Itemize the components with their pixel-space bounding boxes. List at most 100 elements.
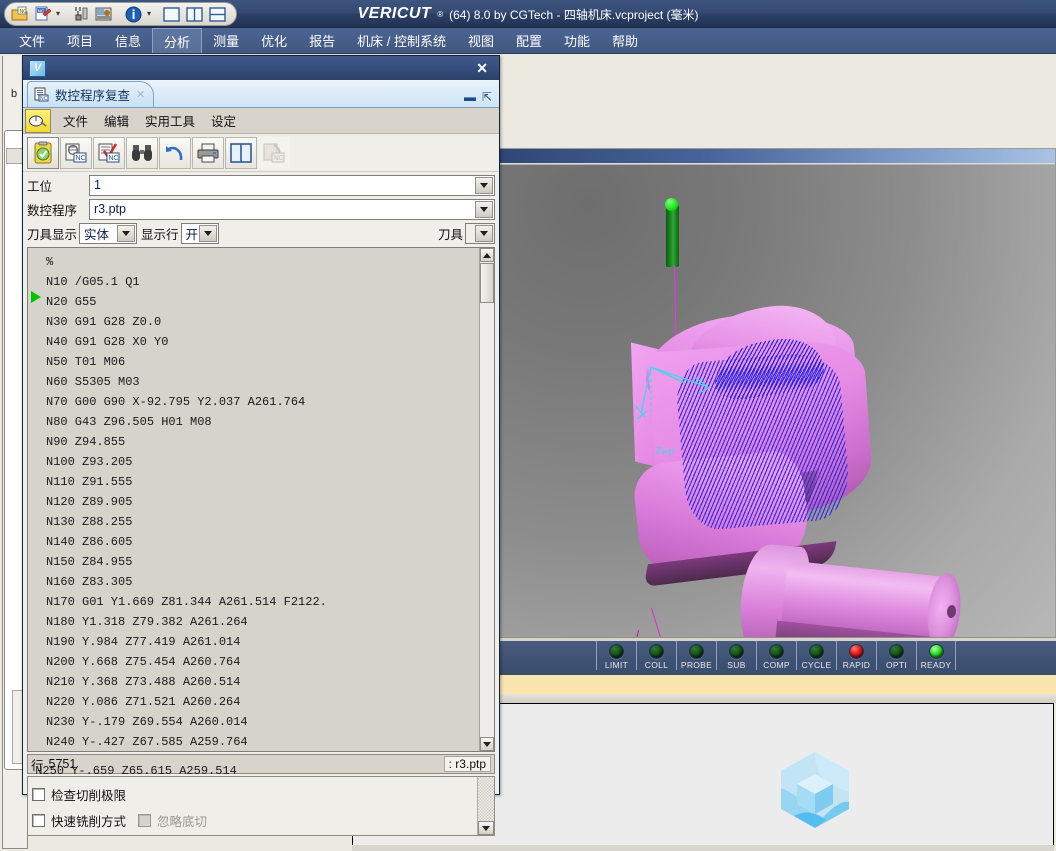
code-line[interactable]: N220 Y.086 Z71.521 A260.264 [44, 692, 479, 712]
code-vertical-scrollbar[interactable] [479, 248, 494, 751]
compare-nc-icon[interactable]: NC [258, 136, 290, 169]
dialog-menubar[interactable]: 文件 编辑 实用工具 设定 [23, 108, 499, 134]
status-light-limit[interactable]: LIMIT [596, 641, 636, 670]
code-line[interactable]: N150 Z84.955 [44, 552, 479, 572]
menu-item-4[interactable]: 测量 [202, 28, 250, 53]
status-light-opti[interactable]: OPTI [876, 641, 916, 670]
tool-combobox[interactable] [465, 222, 495, 244]
code-line[interactable]: N180 Y1.318 Z79.382 A261.264 [44, 612, 479, 632]
fast-mill-checkbox[interactable] [32, 813, 45, 827]
code-line[interactable]: N190 Y.984 Z77.419 A261.014 [44, 632, 479, 652]
status-light-cycle[interactable]: CYCLE [796, 641, 836, 670]
code-line[interactable]: N40 G91 G28 X0 Y0 [44, 332, 479, 352]
code-text-area[interactable]: % N10 /G05.1 Q1 N20 G55 N30 G91 G28 Z0.0 N40… [44, 248, 479, 751]
dialog-menu-item-1[interactable]: 编辑 [96, 111, 137, 130]
quick-access-toolbar[interactable]: NC NC ▾ ▾ [4, 2, 238, 26]
print-icon[interactable] [192, 136, 224, 169]
machine-view-canvas[interactable]: Zwp [485, 165, 1055, 668]
menu-item-8[interactable]: 视图 [457, 28, 505, 53]
main-menubar[interactable]: 文件 项目 信息 分析 测量 优化 报告 机床 / 控制系统 视图 配置 功能 帮助 [0, 28, 1056, 54]
menu-item-9[interactable]: 配置 [505, 28, 553, 53]
save-dropdown-caret[interactable]: ▾ [55, 10, 61, 18]
code-line[interactable]: N100 Z93.205 [44, 452, 479, 472]
two-row-view-icon[interactable] [207, 4, 228, 24]
check-nc-icon[interactable]: NC [93, 136, 125, 169]
code-scroll-down-button[interactable] [480, 737, 494, 751]
program-dropdown-arrow[interactable] [475, 200, 493, 218]
menu-item-2[interactable]: 信息 [104, 28, 152, 53]
menu-item-1[interactable]: 项目 [56, 28, 104, 53]
code-line[interactable]: N110 Z91.555 [44, 472, 479, 492]
single-view-icon[interactable] [161, 4, 182, 24]
review-start-icon[interactable] [27, 136, 59, 169]
code-line[interactable]: N120 Z89.905 [44, 492, 479, 512]
find-binoculars-icon[interactable] [126, 136, 158, 169]
machine-setup-icon[interactable] [93, 4, 114, 24]
project-tree-tab[interactable]: b [4, 84, 24, 104]
check-cut-limit-row[interactable]: 检查切削极限 [32, 781, 477, 807]
status-light-probe[interactable]: PROBE [676, 641, 716, 670]
status-light-comp[interactable]: COMP [756, 641, 796, 670]
options-scrollbar[interactable] [477, 777, 494, 835]
info-dropdown-caret[interactable]: ▾ [146, 10, 152, 18]
station-combobox[interactable]: 1 [89, 174, 495, 196]
menu-item-7[interactable]: 机床 / 控制系统 [346, 28, 457, 53]
code-line[interactable]: N230 Y-.179 Z69.554 A260.014 [44, 712, 479, 732]
dialog-close-button[interactable]: ✕ [471, 60, 493, 77]
code-line[interactable]: N10 /G05.1 Q1 [44, 272, 479, 292]
code-scroll-thumb[interactable] [480, 263, 494, 303]
code-line[interactable]: N80 G43 Z96.505 H01 M08 [44, 412, 479, 432]
code-line[interactable]: N50 T01 M06 [44, 352, 479, 372]
menu-item-10[interactable]: 功能 [553, 28, 601, 53]
tool-display-combobox[interactable]: 实体 [79, 222, 138, 244]
check-cut-limit-checkbox[interactable] [32, 787, 45, 801]
info-icon[interactable] [123, 4, 144, 24]
save-project-icon[interactable]: NC [32, 4, 53, 24]
tab-close-icon[interactable]: ✕ [136, 88, 145, 101]
show-lines-dropdown-arrow[interactable] [198, 224, 217, 242]
status-light-ready[interactable]: READY [916, 641, 956, 670]
code-line[interactable]: % [44, 252, 479, 272]
tool-display-dropdown-arrow[interactable] [117, 224, 136, 242]
dialog-icon-toolbar[interactable]: NC NC NC [23, 134, 499, 172]
menu-item-11[interactable]: 帮助 [601, 28, 649, 53]
dialog-minimize-button[interactable]: ▬ [464, 91, 476, 103]
dialog-restore-button[interactable]: ⇱ [482, 91, 492, 103]
machine-view-window[interactable]: Zwp [484, 148, 1056, 669]
inspect-nc-icon[interactable]: NC [60, 136, 92, 169]
code-line[interactable]: N90 Z94.855 [44, 432, 479, 452]
code-line[interactable]: N60 S5305 M03 [44, 372, 479, 392]
mouse-tool-icon[interactable] [25, 108, 51, 133]
code-line[interactable]: N30 G91 G28 Z0.0 [44, 312, 479, 332]
tool-manager-icon[interactable] [70, 4, 91, 24]
dialog-menu-item-0[interactable]: 文件 [55, 111, 96, 130]
code-line[interactable]: N160 Z83.305 [44, 572, 479, 592]
status-light-coll[interactable]: COLL [636, 641, 676, 670]
fast-mill-row[interactable]: 快速铣削方式 忽略底切 [32, 807, 477, 833]
tool-dropdown-arrow[interactable] [475, 224, 493, 242]
dialog-options-area[interactable]: N250 Y-.659 Z65.615 A259.514 检查切削极限 快速铣削… [27, 764, 495, 836]
dialog-window-controls[interactable]: ▬ ⇱ [464, 91, 499, 107]
tab-nc-program-review[interactable]: NC 数控程序复查 ✕ [27, 81, 155, 107]
code-line[interactable]: N240 Y-.427 Z67.585 A259.764 [44, 732, 479, 751]
status-light-sub[interactable]: SUB [716, 641, 756, 670]
code-line[interactable]: N140 Z86.605 [44, 532, 479, 552]
code-line[interactable]: N170 G01 Y1.669 Z81.344 A261.514 F2122. [44, 592, 479, 612]
code-line[interactable]: N20 G55 [44, 292, 479, 312]
menu-item-0[interactable]: 文件 [8, 28, 56, 53]
dialog-menu-item-3[interactable]: 设定 [203, 111, 244, 130]
menu-item-3[interactable]: 分析 [152, 28, 203, 53]
station-dropdown-arrow[interactable] [475, 176, 493, 194]
nc-program-review-dialog[interactable]: V ✕ NC 数控程序复查 ✕ ▬ ⇱ 文件 编辑 实用工具 设定 NC NC … [22, 55, 500, 836]
show-lines-combobox[interactable]: 开 [180, 222, 219, 244]
dialog-tabstrip[interactable]: NC 数控程序复查 ✕ ▬ ⇱ [23, 80, 499, 108]
program-combobox[interactable]: r3.ptp [89, 198, 495, 220]
split-view-icon[interactable] [225, 136, 257, 169]
two-column-view-icon[interactable] [184, 4, 205, 24]
code-line[interactable]: N210 Y.368 Z73.488 A260.514 [44, 672, 479, 692]
undo-icon[interactable] [159, 136, 191, 169]
menu-item-5[interactable]: 优化 [250, 28, 298, 53]
code-line[interactable]: N70 G00 G90 X-92.795 Y2.037 A261.764 [44, 392, 479, 412]
open-project-icon[interactable]: NC [9, 4, 30, 24]
nc-code-listing[interactable]: % N10 /G05.1 Q1 N20 G55 N30 G91 G28 Z0.0 N40… [27, 247, 495, 752]
